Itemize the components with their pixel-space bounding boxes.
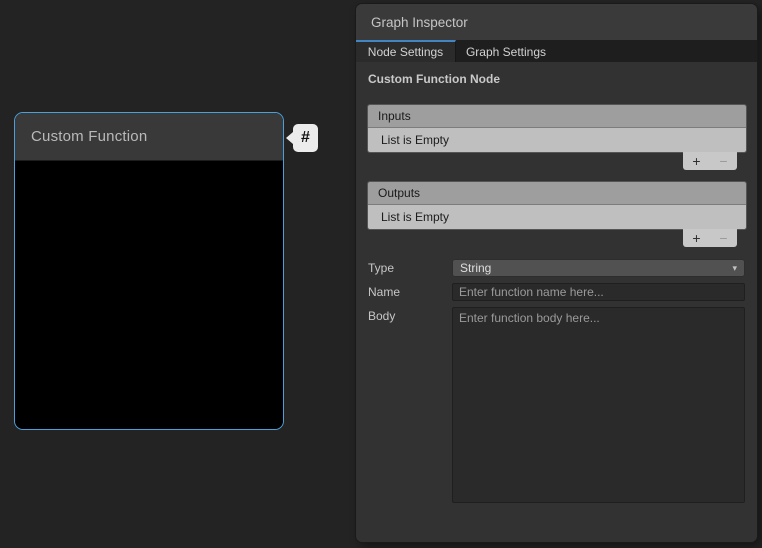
inputs-list-header: Inputs bbox=[368, 105, 746, 128]
hash-icon: # bbox=[301, 129, 310, 147]
inputs-header-label: Inputs bbox=[378, 109, 411, 123]
plus-icon: + bbox=[692, 230, 700, 246]
type-dropdown-value: String bbox=[460, 261, 491, 275]
node-hash-badge-button[interactable]: # bbox=[293, 124, 318, 152]
node-title: Custom Function bbox=[31, 128, 147, 145]
chevron-down-icon: ▾ bbox=[732, 263, 737, 274]
custom-function-node[interactable]: Custom Function bbox=[14, 112, 284, 430]
inputs-empty-label: List is Empty bbox=[381, 133, 449, 147]
outputs-empty-label: List is Empty bbox=[381, 210, 449, 224]
tab-node-settings[interactable]: Node Settings bbox=[356, 40, 456, 62]
node-title-bar[interactable]: Custom Function bbox=[15, 113, 283, 161]
plus-icon: + bbox=[692, 153, 700, 169]
outputs-add-button[interactable]: + bbox=[686, 230, 708, 246]
tab-graph-settings-label: Graph Settings bbox=[466, 45, 546, 59]
node-preview-area bbox=[15, 161, 283, 429]
name-row: Name bbox=[368, 283, 745, 301]
outputs-list-footer: + − bbox=[683, 229, 737, 247]
function-name-input[interactable] bbox=[452, 283, 745, 301]
inputs-empty-row: List is Empty bbox=[368, 128, 746, 152]
outputs-remove-button[interactable]: − bbox=[713, 230, 735, 246]
inspector-title: Graph Inspector bbox=[371, 15, 468, 30]
graph-inspector-panel: Graph Inspector Node Settings Graph Sett… bbox=[356, 4, 757, 542]
inputs-list: Inputs List is Empty + − bbox=[368, 105, 746, 170]
name-label: Name bbox=[368, 283, 452, 301]
outputs-list-header: Outputs bbox=[368, 182, 746, 205]
inspector-header[interactable]: Graph Inspector bbox=[356, 4, 757, 40]
minus-icon: − bbox=[719, 230, 727, 246]
inspector-tabbar: Node Settings Graph Settings bbox=[356, 40, 757, 62]
outputs-list: Outputs List is Empty + − bbox=[368, 182, 746, 247]
body-row: Body bbox=[368, 307, 745, 503]
type-label: Type bbox=[368, 259, 452, 277]
function-body-textarea[interactable] bbox=[452, 307, 745, 503]
tab-graph-settings[interactable]: Graph Settings bbox=[456, 40, 556, 62]
outputs-header-label: Outputs bbox=[378, 186, 420, 200]
outputs-empty-row: List is Empty bbox=[368, 205, 746, 229]
section-title: Custom Function Node bbox=[368, 72, 745, 87]
type-dropdown[interactable]: String ▾ bbox=[452, 259, 745, 277]
inputs-remove-button[interactable]: − bbox=[713, 153, 735, 169]
inputs-list-footer: + − bbox=[683, 152, 737, 170]
inputs-add-button[interactable]: + bbox=[686, 153, 708, 169]
type-row: Type String ▾ bbox=[368, 259, 745, 277]
minus-icon: − bbox=[719, 153, 727, 169]
body-label: Body bbox=[368, 307, 452, 503]
tab-node-settings-label: Node Settings bbox=[368, 45, 443, 59]
graph-canvas[interactable]: Custom Function # Graph Inspector Node S… bbox=[0, 0, 762, 548]
